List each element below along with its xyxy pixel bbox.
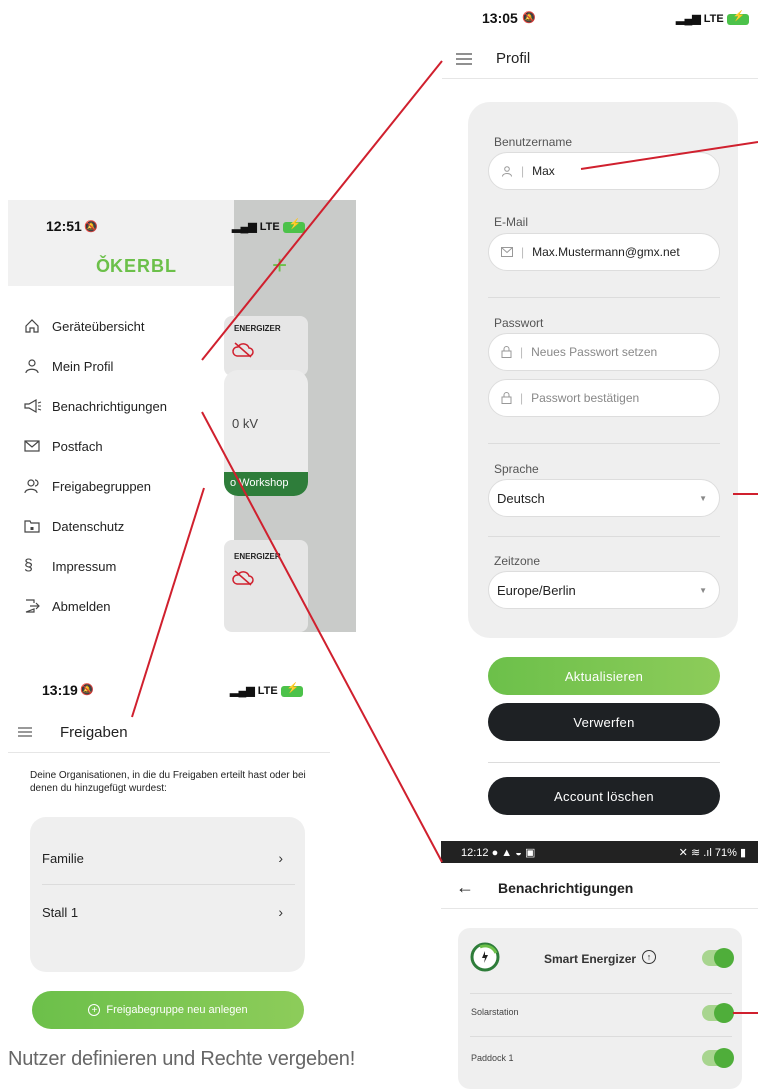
annotation-lines bbox=[131, 60, 758, 1014]
annotation-line bbox=[201, 411, 443, 863]
annotation-line bbox=[201, 60, 443, 361]
annotation-line bbox=[131, 487, 205, 718]
annotation-line bbox=[580, 141, 758, 170]
